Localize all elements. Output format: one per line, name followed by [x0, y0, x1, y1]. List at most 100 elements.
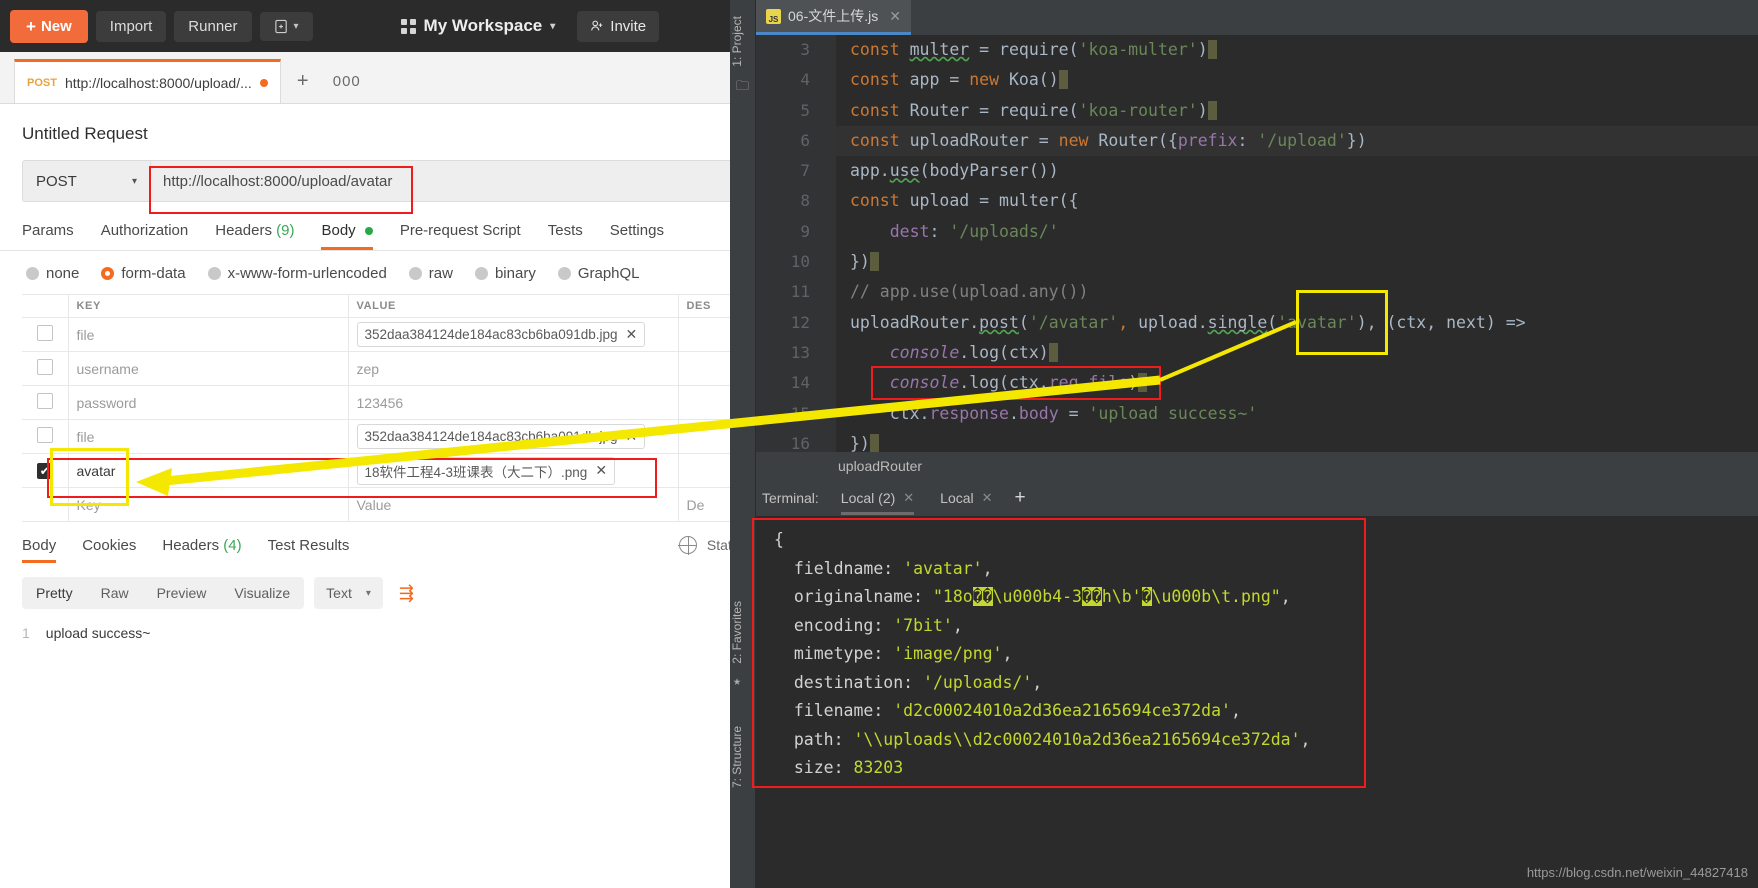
content-type-select[interactable]: Text ▾ — [314, 577, 383, 609]
row-checkbox[interactable] — [36, 325, 53, 341]
sidebar-item-structure[interactable]: 7: Structure — [730, 726, 744, 788]
format-pretty[interactable]: Pretty — [22, 577, 87, 609]
unsaved-dot-icon — [259, 78, 268, 87]
import-button-label: Import — [109, 17, 153, 35]
workspace-selector[interactable]: My Workspace ▾ — [400, 16, 556, 36]
request-tab[interactable]: POST http://localhost:8000/upload/... — [14, 59, 281, 103]
file-chip[interactable]: 352daa384124de184ac83cb6ba091db.jpg ✕ — [356, 424, 646, 449]
runner-button[interactable]: Runner — [174, 10, 252, 42]
body-type-none[interactable]: none — [26, 265, 79, 282]
format-raw[interactable]: Raw — [87, 577, 143, 609]
tab-body[interactable]: Body — [321, 222, 374, 250]
row-checkbox-cell[interactable] — [22, 385, 69, 420]
sidebar-item-project[interactable]: 1: Project — [730, 16, 744, 67]
row-checkbox-checked[interactable]: ✔ — [36, 463, 53, 479]
sidebar-item-favorites[interactable]: 2: Favorites — [730, 601, 744, 664]
row-checkbox-cell[interactable] — [22, 317, 69, 352]
response-tab-test-results[interactable]: Test Results — [268, 537, 350, 563]
terminal-output[interactable]: { fieldname: 'avatar', originalname: "18… — [756, 516, 1758, 888]
remove-file-icon[interactable]: ✕ — [595, 462, 607, 479]
row-checkbox[interactable] — [36, 393, 53, 409]
add-terminal-button[interactable]: + — [1015, 487, 1026, 509]
format-preview[interactable]: Preview — [143, 577, 221, 609]
tab-params[interactable]: Params — [22, 222, 74, 250]
tab-settings[interactable]: Settings — [610, 222, 664, 250]
format-visualize[interactable]: Visualize — [220, 577, 304, 609]
import-button[interactable]: Import — [95, 10, 167, 42]
remove-file-icon[interactable]: ✕ — [626, 326, 638, 343]
chevron-down-icon: ▾ — [550, 20, 556, 32]
terminal-tab-local-2[interactable]: Local (2) ✕ — [837, 484, 918, 515]
radio-icon — [557, 267, 571, 280]
code-line: console.log(ctx) — [836, 338, 1758, 368]
method-select[interactable]: POST ▾ — [22, 160, 150, 202]
close-icon[interactable]: ✕ — [903, 490, 914, 506]
folder-icon[interactable]: 🗀 — [730, 77, 755, 99]
row-value-cell[interactable]: 352daa384124de184ac83cb6ba091db.jpg ✕ — [347, 317, 679, 352]
table-row[interactable]: username zep — [22, 351, 830, 386]
request-tab-more-button[interactable]: 000 — [325, 59, 369, 103]
word-wrap-icon[interactable]: ⇶ — [393, 579, 420, 608]
response-body-text: upload success~ — [45, 625, 151, 641]
file-chip[interactable]: 352daa384124de184ac83cb6ba091db.jpg ✕ — [356, 322, 646, 347]
table-row[interactable]: password 123456 — [22, 385, 830, 420]
th-select — [22, 294, 69, 318]
new-request-tab-button[interactable]: + — [281, 59, 325, 103]
terminal-tab-local[interactable]: Local ✕ — [936, 484, 996, 512]
table-row[interactable]: file 352daa384124de184ac83cb6ba091db.jpg… — [22, 419, 830, 454]
row-key-cell[interactable]: password — [67, 385, 349, 420]
response-tab-cookies[interactable]: Cookies — [82, 537, 136, 563]
body-type-form-data[interactable]: form-data — [101, 265, 186, 282]
star-icon[interactable]: ★ — [730, 674, 744, 689]
tab-authorization[interactable]: Authorization — [101, 222, 189, 250]
body-type-graphql[interactable]: GraphQL — [557, 265, 640, 282]
file-chip-label: 352daa384124de184ac83cb6ba091db.jpg — [364, 327, 618, 342]
row-checkbox[interactable] — [36, 359, 53, 375]
editor-file-tab[interactable]: JS 06-文件上传.js ✕ — [756, 0, 911, 35]
invite-button[interactable]: Invite — [577, 10, 660, 42]
tab-pre-request-script[interactable]: Pre-request Script — [400, 222, 521, 250]
row-value-cell[interactable]: zep — [347, 351, 679, 386]
body-type-raw[interactable]: raw — [408, 265, 453, 282]
row-key-cell[interactable]: file — [67, 419, 349, 454]
placeholder-key-cell[interactable]: Key — [67, 487, 349, 522]
js-file-icon: JS — [766, 8, 781, 24]
code-editor[interactable]: 3 4 5 6 7 8 9 10 11 12 13 14 15 16 const… — [756, 35, 1758, 458]
row-key-cell[interactable]: username — [67, 351, 349, 386]
row-key-cell[interactable]: avatar — [67, 453, 349, 488]
code-line: const upload = multer({ — [850, 191, 1079, 211]
code-line: uploadRouter.post('/avatar', upload.sing… — [850, 312, 1526, 332]
table-row[interactable]: ✔ avatar 18软件工程4-3班课表（大二下）.png ✕ — [22, 453, 830, 488]
row-value: zep — [356, 360, 380, 377]
body-type-urlencoded[interactable]: x-www-form-urlencoded — [207, 265, 387, 282]
new-window-button[interactable]: ▾ — [259, 11, 313, 41]
row-checkbox-cell[interactable] — [22, 419, 69, 454]
response-tab-body[interactable]: Body — [22, 537, 57, 563]
row-checkbox[interactable] — [36, 427, 53, 443]
tab-tests[interactable]: Tests — [548, 222, 583, 250]
remove-file-icon[interactable]: ✕ — [626, 428, 638, 445]
table-row[interactable]: file 352daa384124de184ac83cb6ba091db.jpg… — [22, 317, 830, 352]
placeholder-value-cell[interactable]: Value — [347, 487, 679, 522]
url-input[interactable]: http://localhost:8000/upload/avatar — [150, 160, 808, 202]
body-type-binary[interactable]: binary — [474, 265, 536, 282]
row-value-cell[interactable]: 352daa384124de184ac83cb6ba091db.jpg ✕ — [347, 419, 679, 454]
row-checkbox-cell[interactable] — [22, 351, 69, 386]
row-value-cell[interactable]: 123456 — [347, 385, 679, 420]
new-window-icon — [274, 19, 287, 33]
line-number: 5 — [800, 100, 810, 120]
table-placeholder-row[interactable]: Key Value De — [22, 487, 830, 522]
breadcrumb[interactable]: uploadRouter — [756, 452, 1758, 480]
row-checkbox-cell[interactable]: ✔ — [22, 453, 69, 488]
grid-icon — [400, 18, 416, 34]
new-button[interactable]: + New — [10, 9, 88, 43]
row-key-cell[interactable]: file — [67, 317, 349, 352]
editor-lines[interactable]: const multer = require('koa-multer') con… — [836, 35, 1758, 458]
close-icon[interactable]: ✕ — [889, 8, 901, 25]
row-value-cell[interactable]: 18软件工程4-3班课表（大二下）.png ✕ — [347, 453, 679, 488]
tab-headers[interactable]: Headers (9) — [215, 222, 294, 250]
response-tab-headers[interactable]: Headers (4) — [162, 537, 241, 563]
close-icon[interactable]: ✕ — [982, 490, 993, 506]
file-chip[interactable]: 18软件工程4-3班课表（大二下）.png ✕ — [356, 456, 616, 485]
globe-icon — [678, 535, 698, 555]
